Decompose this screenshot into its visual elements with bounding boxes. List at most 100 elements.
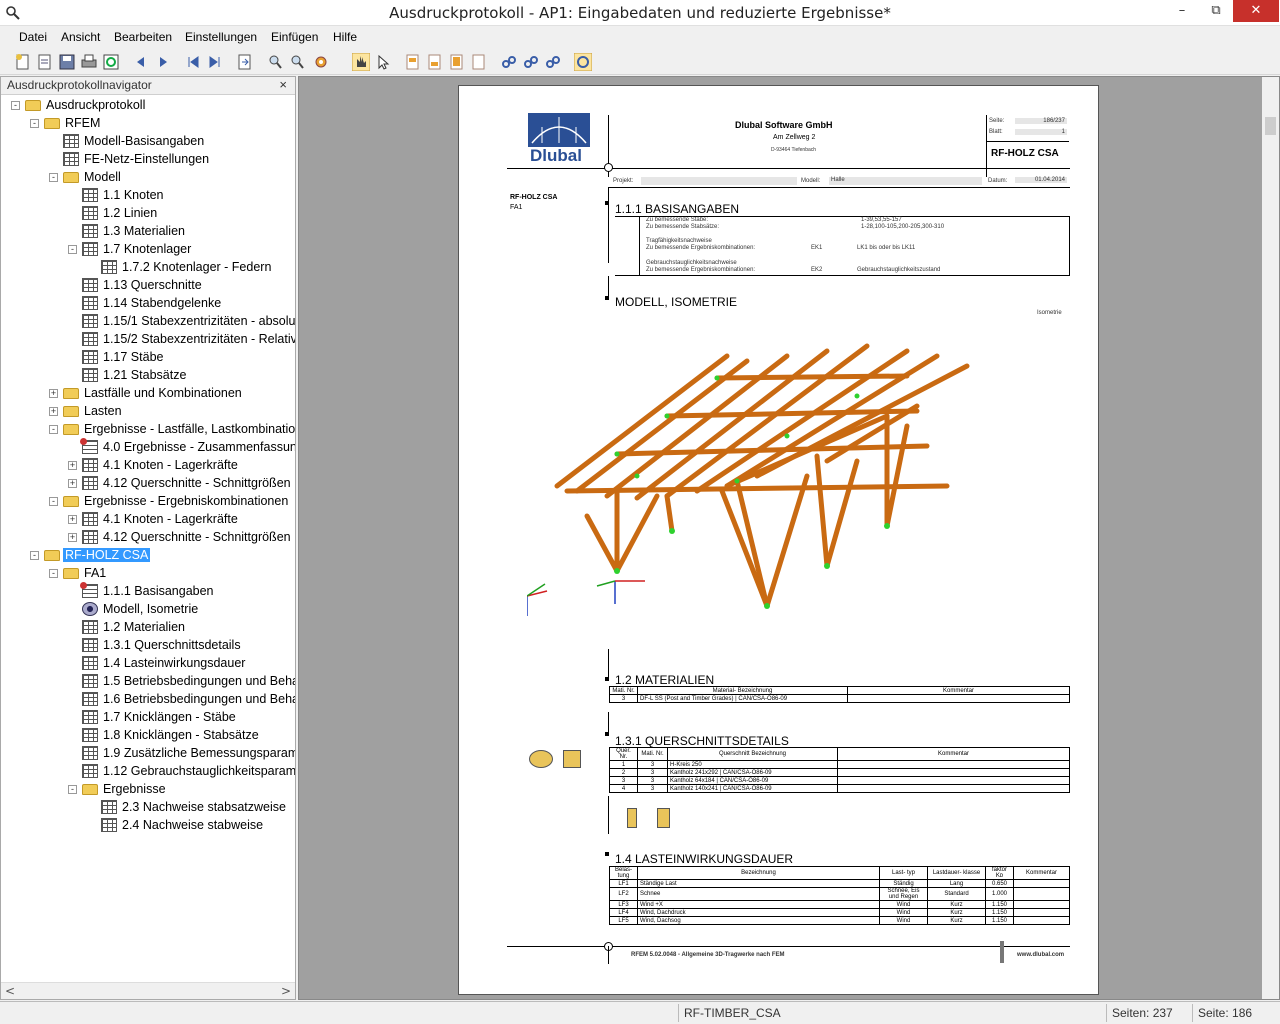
tree-item-label: 1.3 Materialien	[103, 224, 185, 238]
scroll-right-icon[interactable]: >	[281, 984, 291, 998]
report-page: Dlubal Dlubal Software GmbH Am Zellweg 2…	[458, 85, 1099, 995]
tree-item-label: Modell, Isometrie	[103, 602, 199, 616]
page-icon-3[interactable]	[448, 53, 466, 71]
table-icon	[82, 746, 98, 760]
menu-einstellungen[interactable]: Einstellungen	[185, 30, 257, 44]
tree-item-label: Modell	[84, 170, 121, 184]
expand-icon[interactable]: +	[49, 407, 58, 416]
tree-item-label: Lastfälle und Kombinationen	[84, 386, 242, 400]
table-icon	[82, 224, 98, 238]
title-bar: Ausdruckprotokoll - AP1: Eingabedaten un…	[0, 0, 1280, 26]
maximize-button[interactable]: ⧉	[1200, 0, 1232, 22]
minimize-button[interactable]: –	[1166, 0, 1198, 22]
settings-gear-icon[interactable]	[312, 53, 330, 71]
basis-row-4-label: Zu bemessende Ergebniskombinationen:	[646, 267, 756, 273]
table-cell	[1013, 887, 1070, 901]
table-cell: LF1	[609, 879, 638, 888]
menu-hilfe[interactable]: Hilfe	[333, 30, 357, 44]
basis-heading-2: Gebrauchstauglichkeitsnachweise	[646, 260, 737, 266]
zoom-out-icon[interactable]	[288, 53, 306, 71]
menu-datei[interactable]: Datei	[19, 30, 47, 44]
scroll-left-icon[interactable]: <	[5, 984, 15, 998]
tree-item-label: 1.3.1 Querschnittsdetails	[103, 638, 241, 652]
scroll-thumb[interactable]	[1265, 117, 1276, 135]
preview-vscrollbar[interactable]	[1262, 77, 1279, 999]
expand-icon[interactable]: +	[68, 461, 77, 470]
last-page-icon[interactable]	[206, 53, 224, 71]
collapse-icon[interactable]: -	[30, 119, 39, 128]
expand-icon[interactable]: +	[68, 479, 77, 488]
close-button[interactable]: ✕	[1233, 0, 1279, 22]
prev-icon[interactable]	[132, 53, 150, 71]
link-icon-1[interactable]	[500, 53, 518, 71]
expand-icon[interactable]: +	[49, 389, 58, 398]
table-cell: Wind +X	[637, 900, 880, 909]
folder-icon	[63, 172, 79, 183]
table-icon	[82, 314, 98, 328]
collapse-icon[interactable]: -	[49, 497, 58, 506]
footer-program: RFEM 5.02.0048 - Allgemeine 3D-Tragwerke…	[631, 952, 785, 958]
page-icon-1[interactable]	[404, 53, 422, 71]
select-tool-icon[interactable]	[374, 53, 392, 71]
tree-item-label: 2.3 Nachweise stabsatzweise	[122, 800, 286, 814]
table-cell: Kurz	[927, 908, 986, 917]
link-icon-2[interactable]	[522, 53, 540, 71]
table-cell: 1.150	[985, 916, 1014, 925]
expand-icon[interactable]: +	[68, 515, 77, 524]
page-icon-4[interactable]	[470, 53, 488, 71]
blatt-label: Blatt:	[989, 129, 1003, 135]
navigator-hscrollbar[interactable]: < >	[1, 982, 295, 999]
table-icon	[82, 278, 98, 292]
menu-bearbeiten[interactable]: Bearbeiten	[114, 30, 172, 44]
report-navigator-panel: Ausdruckprotokollnavigator × - Ausdruckpr…	[0, 76, 296, 1000]
table-cell: 3	[609, 776, 638, 785]
table-cell: Kantholz 241x292 | CAN/CSA-O86-09	[667, 768, 838, 777]
zoom-in-icon[interactable]	[266, 53, 284, 71]
collapse-icon[interactable]: -	[49, 425, 58, 434]
tree-item-label: Modell-Basisangaben	[84, 134, 205, 148]
collapse-icon[interactable]: -	[68, 245, 77, 254]
menu-ansicht[interactable]: Ansicht	[61, 30, 100, 44]
load-duration-table: Belas- tung Bezeichnung Last- typ Lastdauer…	[609, 866, 1070, 925]
collapse-icon[interactable]: -	[11, 101, 20, 110]
status-bar: RF-TIMBER_CSA Seiten: 237 Seite: 186	[0, 1001, 1280, 1024]
tree-item-label: 1.1 Knoten	[103, 188, 164, 202]
link-icon-3[interactable]	[544, 53, 562, 71]
collapse-icon[interactable]: -	[49, 569, 58, 578]
tree-item-label: 1.2 Materialien	[103, 620, 185, 634]
tree-item-label: 1.7 Knicklängen - Stäbe	[103, 710, 236, 724]
table-cell: Kantholz 64x184 | CAN/CSA-O86-09	[667, 776, 838, 785]
print-icon[interactable]	[80, 53, 98, 71]
table-cell: Lang	[927, 879, 986, 888]
basis-heading-1: Tragfähigkeitsnachweise	[646, 238, 712, 244]
menu-einfuegen[interactable]: Einfügen	[271, 30, 318, 44]
ld-head-faktor: faktor Kᴅ	[985, 866, 1014, 880]
open-icon[interactable]	[36, 53, 54, 71]
collapse-icon[interactable]: -	[49, 173, 58, 182]
tree-item-label: 2.4 Nachweise stabweise	[122, 818, 264, 832]
table-cell	[1013, 908, 1070, 917]
basis-row-3-ek: EK1	[811, 245, 823, 251]
hand-tool-icon[interactable]	[352, 53, 370, 71]
new-report-icon[interactable]	[14, 53, 32, 71]
goto-page-icon[interactable]	[236, 53, 254, 71]
save-icon[interactable]	[58, 53, 76, 71]
navigator-title: Ausdruckprotokollnavigator	[7, 78, 152, 92]
next-icon[interactable]	[154, 53, 172, 71]
result-icon	[80, 582, 98, 598]
tree-item-label: 1.4 Lasteinwirkungsdauer	[103, 656, 246, 670]
tree-item-label: Ausdruckprotokoll	[46, 98, 146, 112]
page-icon-2[interactable]	[426, 53, 444, 71]
collapse-icon[interactable]: -	[68, 785, 77, 794]
sync-icon[interactable]	[574, 53, 592, 71]
collapse-icon[interactable]: -	[30, 551, 39, 560]
refresh-icon[interactable]	[102, 53, 120, 71]
first-page-icon[interactable]	[184, 53, 202, 71]
expand-icon[interactable]: +	[68, 533, 77, 542]
navigator-close-icon[interactable]: ×	[279, 77, 287, 92]
tree-item-label: RFEM	[65, 116, 101, 130]
ld-head-bez: Bezeichnung	[637, 866, 880, 880]
section-modell-isometrie: MODELL, ISOMETRIE	[615, 295, 738, 309]
table-cell: 1	[609, 760, 638, 769]
company-name: Dlubal Software GmbH	[735, 120, 833, 130]
